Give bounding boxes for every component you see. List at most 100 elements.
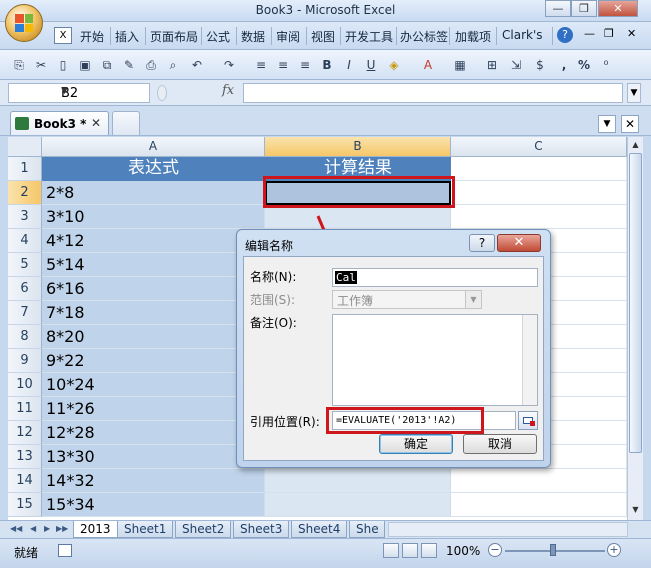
ok-button[interactable]: 确定	[379, 434, 453, 454]
tab-home[interactable]: 开始	[80, 28, 104, 45]
formula-input[interactable]	[243, 83, 623, 103]
zoom-in-icon[interactable]: +	[607, 543, 621, 557]
comment-textarea[interactable]	[332, 314, 538, 406]
tab-office-tab[interactable]: 办公标签	[400, 28, 448, 45]
column-header-c[interactable]: C	[451, 137, 627, 157]
sheet-tab-2013[interactable]: 2013	[73, 521, 118, 538]
zoom-out-icon[interactable]: −	[488, 543, 502, 557]
scroll-down-icon[interactable]: ▼	[629, 503, 642, 517]
next-sheet-icon[interactable]: ▶	[44, 524, 50, 533]
copy-icon[interactable]: ⧉	[99, 57, 115, 73]
undo-icon[interactable]: ↶	[189, 57, 205, 73]
row-header[interactable]: 6	[8, 277, 42, 301]
scope-select[interactable]: 工作簿 ▼	[332, 290, 482, 309]
align-right-icon[interactable]: ≡	[297, 57, 313, 73]
tab-formulas[interactable]: 公式	[206, 28, 230, 45]
dialog-help-button[interactable]: ?	[469, 234, 495, 252]
cell-b[interactable]	[265, 205, 451, 229]
cell-a[interactable]: 4*12	[42, 229, 265, 253]
select-all-corner[interactable]	[8, 137, 42, 157]
cell-c[interactable]	[451, 205, 627, 229]
comment-scrollbar[interactable]	[522, 315, 537, 405]
tab-insert[interactable]: 插入	[115, 28, 139, 45]
row-header[interactable]: 14	[8, 469, 42, 493]
align-center-icon[interactable]: ≡	[275, 57, 291, 73]
ribbon-restore-button[interactable]: ❐	[604, 27, 614, 40]
first-sheet-icon[interactable]: ◀◀	[10, 524, 22, 533]
paste-icon[interactable]: ⎘	[11, 57, 27, 73]
excel-app-icon[interactable]: X	[54, 27, 72, 44]
sheet-tab-sheet1[interactable]: Sheet1	[117, 521, 174, 538]
cell-b[interactable]	[265, 469, 451, 493]
row-header[interactable]: 3	[8, 205, 42, 229]
align-left-icon[interactable]: ≡	[253, 57, 269, 73]
cell-a[interactable]: 6*16	[42, 277, 265, 301]
workbook-tab[interactable]: Book3 * ✕	[10, 111, 109, 135]
name-box[interactable]: B2 ▼	[8, 83, 150, 103]
scroll-up-icon[interactable]: ▲	[629, 138, 642, 152]
cell-a[interactable]: 12*28	[42, 421, 265, 445]
tab-data[interactable]: 数据	[241, 28, 265, 45]
cell-a[interactable]: 2*8	[42, 181, 265, 205]
cell-c[interactable]	[451, 493, 627, 517]
row-header[interactable]: 15	[8, 493, 42, 517]
last-sheet-icon[interactable]: ▶▶	[56, 524, 68, 533]
sheet-tab-partial[interactable]: She	[349, 521, 385, 538]
new-tab-button[interactable]	[112, 111, 140, 135]
currency-icon[interactable]: $	[532, 57, 548, 73]
cell-c[interactable]	[451, 469, 627, 493]
tab-clarks[interactable]: Clark's	[502, 28, 543, 42]
fill-color-icon[interactable]: ◈	[386, 57, 402, 73]
sheet-tab-sheet3[interactable]: Sheet3	[233, 521, 290, 538]
page-break-view-icon[interactable]	[421, 543, 437, 558]
row-header[interactable]: 8	[8, 325, 42, 349]
row-header[interactable]: 12	[8, 421, 42, 445]
normal-view-icon[interactable]	[383, 543, 399, 558]
office-button[interactable]	[5, 4, 43, 42]
cell-a[interactable]: 15*34	[42, 493, 265, 517]
cell-a[interactable]: 5*14	[42, 253, 265, 277]
expand-formula-bar-icon[interactable]: ▼	[627, 83, 641, 103]
row-header[interactable]: 2	[8, 181, 42, 205]
format-painter-icon[interactable]: ✎	[121, 57, 137, 73]
scroll-thumb[interactable]	[629, 153, 642, 453]
row-header[interactable]: 4	[8, 229, 42, 253]
redo-icon[interactable]: ↷	[221, 57, 237, 73]
zoom-level[interactable]: 100%	[446, 544, 480, 558]
restore-button[interactable]: ❐	[571, 0, 597, 17]
cell-a[interactable]: 13*30	[42, 445, 265, 469]
cut-icon[interactable]: ✂	[33, 57, 49, 73]
cell-a[interactable]: 9*22	[42, 349, 265, 373]
tab-review[interactable]: 审阅	[276, 28, 300, 45]
comma-icon[interactable]: ,	[556, 57, 572, 73]
insert-function-icon[interactable]: fx	[222, 83, 234, 98]
cell-a[interactable]: 3*10	[42, 205, 265, 229]
print-icon[interactable]: ⎙	[143, 57, 159, 73]
cell-a[interactable]: 11*26	[42, 397, 265, 421]
minimize-button[interactable]: —	[545, 0, 571, 17]
cell-c[interactable]	[451, 181, 627, 205]
tab-add-ins[interactable]: 加载项	[455, 28, 491, 45]
save-icon[interactable]: ▣	[77, 57, 93, 73]
row-header[interactable]: 5	[8, 253, 42, 277]
sheet-tab-sheet4[interactable]: Sheet4	[291, 521, 348, 538]
bold-icon[interactable]: B	[319, 57, 335, 73]
macro-record-icon[interactable]	[58, 544, 72, 557]
resize-handle[interactable]	[157, 85, 167, 101]
chevron-down-icon[interactable]: ▼	[61, 86, 146, 96]
decimal-icon[interactable]: ⁰	[598, 57, 614, 73]
font-color-icon[interactable]: A	[420, 57, 436, 73]
merge-icon[interactable]: ⊞	[484, 57, 500, 73]
tab-developer[interactable]: 开发工具	[345, 28, 393, 45]
cell-a[interactable]: 7*18	[42, 301, 265, 325]
tab-list-dropdown-icon[interactable]: ▼	[598, 115, 616, 133]
zoom-slider-thumb[interactable]	[550, 544, 556, 556]
row-header[interactable]: 7	[8, 301, 42, 325]
vertical-scrollbar[interactable]: ▲ ▼	[627, 137, 643, 520]
italic-icon[interactable]: I	[341, 57, 357, 73]
tab-view[interactable]: 视图	[311, 28, 335, 45]
close-tab-icon[interactable]: ✕	[91, 116, 101, 130]
borders-icon[interactable]: ▦	[452, 57, 468, 73]
row-header[interactable]: 9	[8, 349, 42, 373]
collapse-dialog-icon[interactable]	[518, 411, 538, 430]
